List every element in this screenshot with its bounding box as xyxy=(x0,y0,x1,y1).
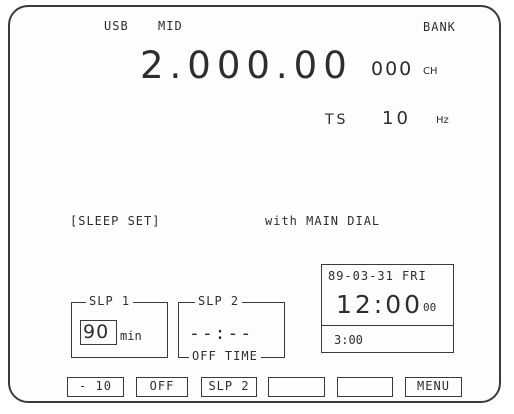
vfo-indicator: MID xyxy=(158,19,183,33)
off-softkey[interactable]: OFF xyxy=(136,377,188,397)
blank-softkey-5[interactable] xyxy=(337,377,393,397)
clock-seconds: 00 xyxy=(423,301,437,314)
slp2-group: SLP 2 --:-- OFF TIME xyxy=(178,294,285,363)
dial-hint: with MAIN DIAL xyxy=(265,214,381,228)
clock-date: 89-03-31 FRI xyxy=(328,269,427,283)
mode-indicator: USB xyxy=(104,19,129,33)
menu-title: [SLEEP SET] xyxy=(70,214,161,228)
slp2-softkey[interactable]: SLP 2 xyxy=(201,377,257,397)
channel-number: 000 xyxy=(371,58,414,80)
clock-panel: 89-03-31 FRI 12:00 00 3:00 xyxy=(321,264,454,353)
slp1-value: 90 xyxy=(83,321,110,343)
slp2-value[interactable]: --:-- xyxy=(189,323,253,344)
blank-softkey-4[interactable] xyxy=(268,377,325,397)
slp1-group: SLP 1 90 min xyxy=(71,294,168,358)
sleep-remaining: 3:00 xyxy=(334,333,363,347)
channel-unit: CH xyxy=(423,66,438,77)
tuning-step-unit: Hz xyxy=(436,115,449,126)
clock-divider xyxy=(322,325,453,326)
tuning-step-value: 10 xyxy=(382,108,411,129)
minus-10-softkey[interactable]: - 10 xyxy=(67,377,124,397)
frequency-readout: 2.000.00 xyxy=(140,44,353,87)
tuning-step-label: TS xyxy=(325,112,349,128)
slp1-label: SLP 1 xyxy=(86,294,134,308)
clock-time: 12:00 xyxy=(336,290,424,319)
slp2-sublabel: OFF TIME xyxy=(189,349,261,363)
menu-softkey[interactable]: MENU xyxy=(405,377,462,397)
slp1-value-box[interactable]: 90 xyxy=(80,320,117,345)
slp2-label: SLP 2 xyxy=(195,294,243,308)
slp1-unit: min xyxy=(120,329,142,343)
bank-indicator: BANK xyxy=(423,20,456,34)
